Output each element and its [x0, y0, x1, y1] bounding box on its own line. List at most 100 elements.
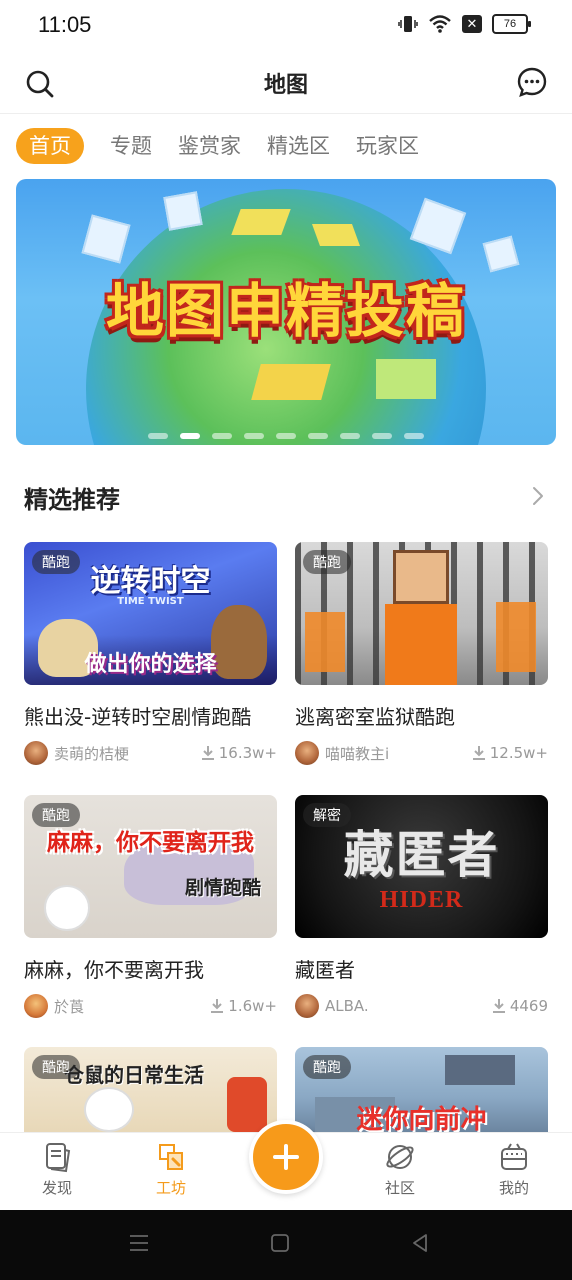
- card-thumbnail: 藏匿者 HIDER 解密: [295, 795, 548, 938]
- author-name: ALBA.: [325, 997, 369, 1015]
- card-thumbnail: 麻麻，你不要离开我 剧情跑酷 酷跑: [24, 795, 277, 938]
- card-meta: 喵喵教主i 12.5w+: [295, 740, 548, 766]
- download-icon: [201, 746, 214, 760]
- thumb-title: 麻麻，你不要离开我: [47, 830, 254, 856]
- pagination-dot[interactable]: [276, 433, 296, 439]
- banner-tile-art: [231, 209, 291, 235]
- banner-tile-art: [376, 359, 436, 399]
- pagination-dot[interactable]: [212, 433, 232, 439]
- status-icons: ✕ 76: [398, 14, 531, 34]
- download-count-value: 16.3w+: [218, 744, 277, 762]
- nav-label: 社区: [384, 1179, 415, 1197]
- top-header: 地图: [0, 52, 572, 114]
- menu-icon[interactable]: [128, 1232, 150, 1254]
- chevron-right-icon[interactable]: [528, 484, 548, 508]
- map-card[interactable]: 酷跑 逃离密室监狱酷跑 喵喵教主i 12.5w+: [295, 542, 548, 766]
- promo-banner[interactable]: 地图申精投稿: [16, 179, 556, 445]
- pagination-dot[interactable]: [308, 433, 328, 439]
- vibrate-icon: [398, 16, 418, 32]
- planet-icon: [386, 1145, 414, 1169]
- thumb-title: 仓鼠的日常生活: [64, 1063, 204, 1087]
- status-time: 11:05: [38, 12, 92, 37]
- author-name: 卖萌的桔梗: [54, 744, 130, 763]
- tab-home[interactable]: 首页: [16, 128, 84, 164]
- page-title: 地图: [263, 73, 308, 98]
- back-icon[interactable]: [410, 1232, 430, 1254]
- pagination-dot[interactable]: [404, 433, 424, 439]
- avatar: [24, 741, 48, 765]
- banner-tile-art: [311, 224, 361, 246]
- genre-tag: 酷跑: [303, 1055, 351, 1079]
- ghost-character-art: [44, 885, 90, 931]
- banner-tile-art: [251, 364, 331, 400]
- map-card[interactable]: 仓鼠的日常生活 酷跑: [24, 1047, 277, 1132]
- download-count-value: 12.5w+: [489, 744, 548, 762]
- nav-discover[interactable]: 发现: [17, 1141, 97, 1198]
- banner-headline: 地图申精投稿: [105, 277, 466, 345]
- tab-featured[interactable]: 精选区: [267, 128, 330, 164]
- genre-tag: 酷跑: [32, 1055, 80, 1079]
- profile-icon: [501, 1143, 527, 1170]
- download-count: 4469: [492, 997, 548, 1015]
- download-icon: [211, 999, 224, 1013]
- thumb-subtitle: 剧情跑酷: [184, 877, 261, 899]
- message-icon[interactable]: [516, 66, 548, 98]
- genre-tag: 酷跑: [32, 803, 80, 827]
- download-count-value: 4469: [509, 997, 548, 1015]
- map-card[interactable]: 麻麻，你不要离开我 剧情跑酷 酷跑 麻麻，你不要离开我 於莨 1.6w+: [24, 795, 277, 1019]
- download-count-value: 1.6w+: [228, 997, 277, 1015]
- pagination-dot[interactable]: [180, 433, 200, 439]
- nav-label: 发现: [41, 1179, 72, 1197]
- avatar: [295, 741, 319, 765]
- author-name: 於莨: [54, 997, 85, 1016]
- pagination-dot[interactable]: [244, 433, 264, 439]
- prisoner-art: [305, 612, 345, 672]
- card-title: 麻麻，你不要离开我: [24, 958, 204, 982]
- wifi-icon: [429, 15, 451, 33]
- nav-community[interactable]: 社区: [360, 1141, 440, 1198]
- map-card[interactable]: 逆转时空 TIME TWIST 做出你的选择 酷跑 熊出没-逆转时空剧情跑酷 卖…: [24, 542, 277, 766]
- card-thumbnail: 仓鼠的日常生活 酷跑: [24, 1047, 277, 1132]
- nav-profile[interactable]: 我的: [474, 1141, 554, 1198]
- create-button[interactable]: [249, 1120, 323, 1194]
- hamster-art: [84, 1087, 134, 1132]
- thumb-en-title: TIME TWIST: [117, 596, 184, 607]
- banner-block-art: [163, 191, 203, 231]
- home-icon[interactable]: [270, 1232, 290, 1254]
- pagination-dot[interactable]: [340, 433, 360, 439]
- genre-tag: 解密: [303, 803, 351, 827]
- banner-pagination: [16, 433, 556, 439]
- system-nav-bar: [0, 1210, 572, 1280]
- genre-tag: 酷跑: [303, 550, 351, 574]
- tab-connoisseur[interactable]: 鉴赏家: [178, 128, 241, 164]
- category-tabs: 首页 专题 鉴赏家 精选区 玩家区: [16, 128, 419, 164]
- banner-block-art: [81, 214, 131, 264]
- thumb-title: 迷你向前冲: [356, 1105, 487, 1132]
- tab-topics[interactable]: 专题: [110, 128, 152, 164]
- pagination-dot[interactable]: [148, 433, 168, 439]
- prisoner-body-art: [385, 604, 457, 685]
- avatar: [295, 994, 319, 1018]
- card-meta: 於莨 1.6w+: [24, 993, 277, 1019]
- battery-icon: 76: [492, 14, 531, 34]
- section-title: 精选推荐: [24, 486, 120, 514]
- download-count: 12.5w+: [472, 744, 548, 762]
- card-meta: ALBA. 4469: [295, 993, 548, 1019]
- prisoner-art: [496, 602, 536, 672]
- no-sim-icon: ✕: [462, 15, 482, 33]
- card-title: 藏匿者: [295, 958, 355, 982]
- block-art: [445, 1055, 515, 1085]
- download-count: 16.3w+: [201, 744, 277, 762]
- thumb-en-title: HIDER: [379, 887, 464, 913]
- genre-tag: 酷跑: [32, 550, 80, 574]
- workshop-icon: [159, 1144, 183, 1170]
- map-card[interactable]: 藏匿者 HIDER 解密 藏匿者 ALBA. 4469: [295, 795, 548, 1019]
- card-title: 熊出没-逆转时空剧情跑酷: [24, 705, 252, 729]
- prisoner-head-art: [393, 550, 449, 604]
- pagination-dot[interactable]: [372, 433, 392, 439]
- card-meta: 卖萌的桔梗 16.3w+: [24, 740, 277, 766]
- map-card[interactable]: 迷你向前冲 酷跑: [295, 1047, 548, 1132]
- nav-workshop[interactable]: 工坊: [131, 1141, 211, 1198]
- download-icon: [472, 746, 485, 760]
- tab-players[interactable]: 玩家区: [356, 128, 419, 164]
